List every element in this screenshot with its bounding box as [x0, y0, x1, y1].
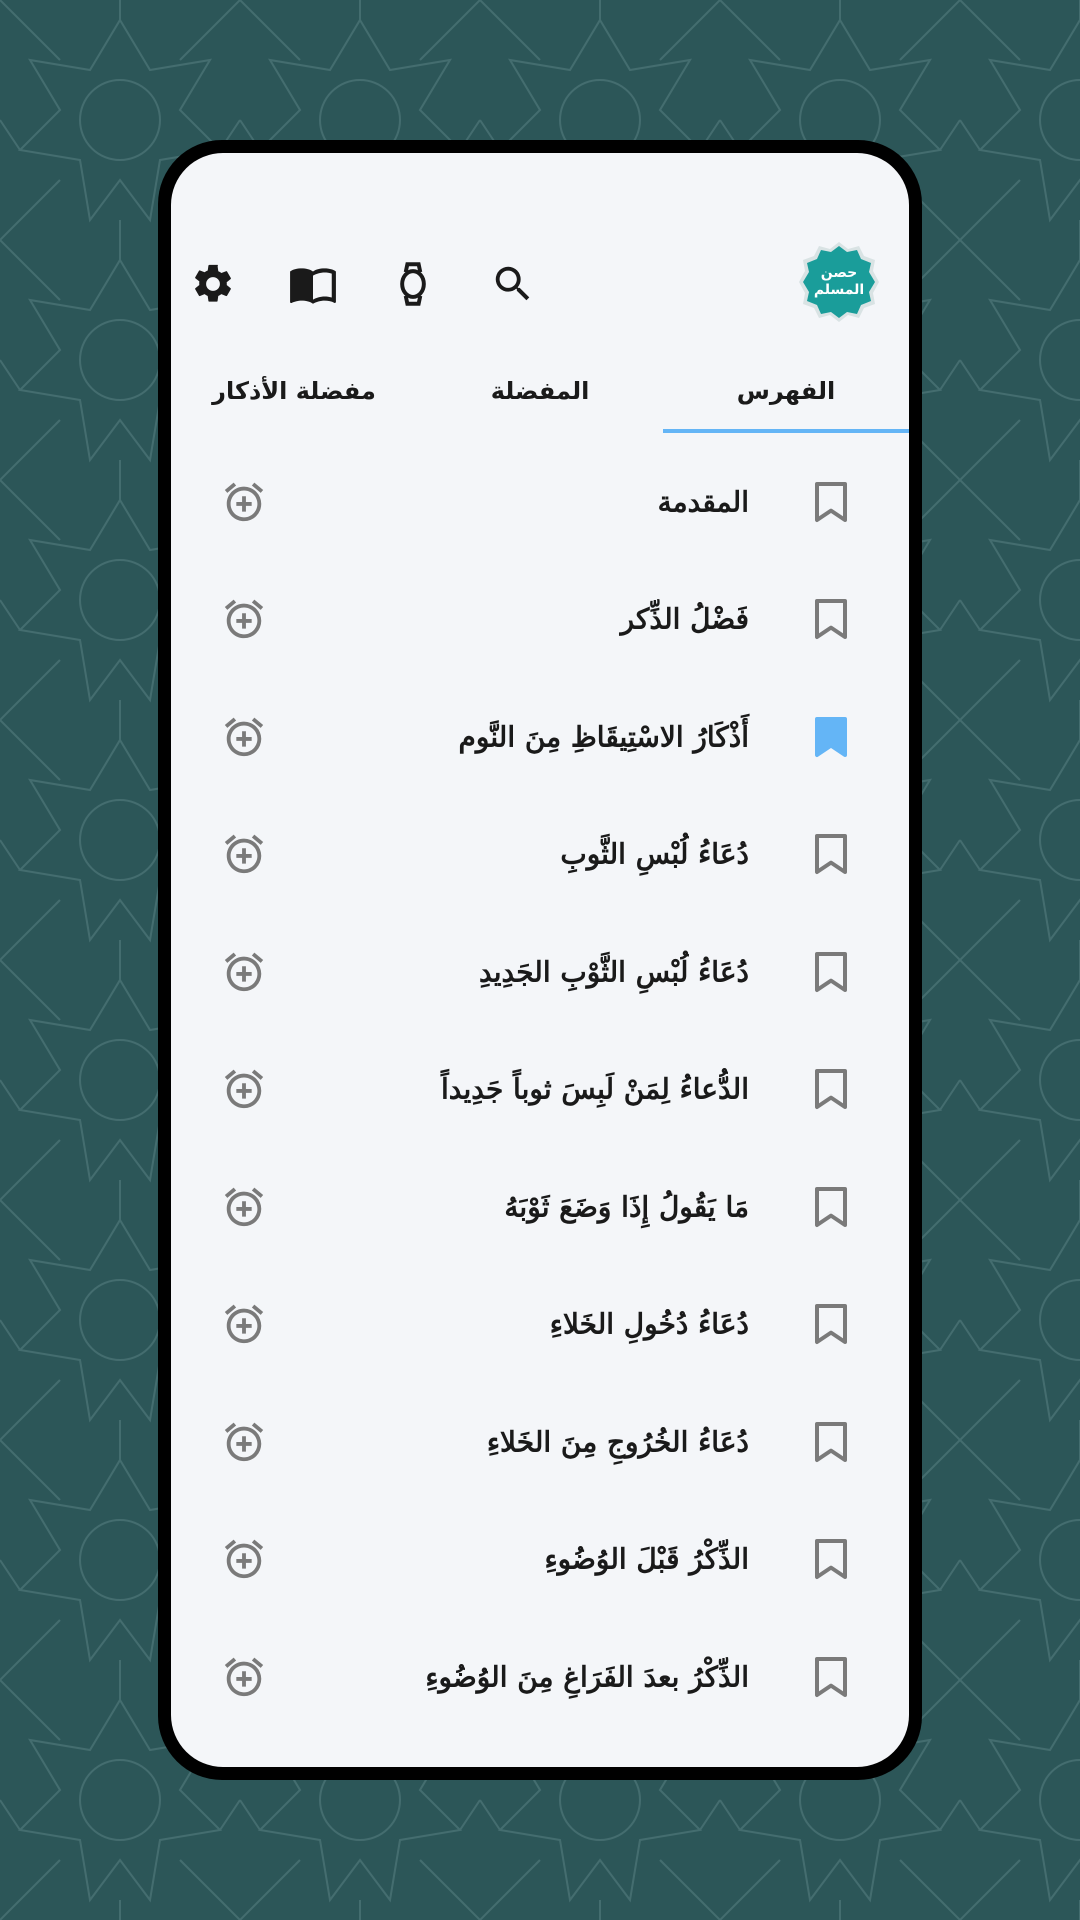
bookmark-icon[interactable] — [809, 1420, 853, 1464]
logo-line-1: حصن — [820, 265, 858, 281]
tab-favorites[interactable]: المفضلة — [417, 343, 663, 439]
bookmark-icon[interactable] — [809, 1655, 853, 1699]
list-item[interactable]: الذِّكْرُ قَبْلَ الوُضُوءِ — [171, 1501, 909, 1619]
list-item[interactable]: فَضْلُ الذِّكر — [171, 561, 909, 679]
top-toolbar: حصن المسلم — [171, 228, 909, 338]
app-screen: حصن المسلم الفهرس المفضلة مفضلة الأذكار … — [171, 153, 909, 1767]
list-item-title: دُعَاءُ لُبْسِ الثَّوْبِ الجَدِيدِ — [479, 955, 749, 989]
tab-index[interactable]: الفهرس — [663, 343, 909, 439]
bookmark-icon[interactable] — [809, 1302, 853, 1346]
search-icon[interactable] — [485, 256, 541, 312]
add-alarm-icon[interactable] — [219, 477, 269, 527]
bookmark-icon[interactable] — [809, 480, 853, 524]
add-alarm-icon[interactable] — [219, 1534, 269, 1584]
list-item-title: دُعَاءُ لُبْسِ الثَّوبِ — [560, 837, 749, 871]
list-item[interactable]: مَا يَقُولُ إِذَا وَضَعَ ثَوْبَهُ — [171, 1148, 909, 1266]
list-item[interactable]: المقدمة — [171, 443, 909, 561]
gear-icon[interactable] — [185, 256, 241, 312]
app-logo: حصن المسلم — [797, 240, 881, 324]
add-alarm-icon[interactable] — [219, 1299, 269, 1349]
add-alarm-icon[interactable] — [219, 594, 269, 644]
bookmark-icon[interactable] — [809, 597, 853, 641]
list-item-title: الدُّعاءُ لِمَنْ لَبِسَ ثوباً جَدِيداً — [441, 1072, 749, 1106]
add-alarm-icon[interactable] — [219, 1182, 269, 1232]
chapter-list: المقدمة فَضْلُ الذِّكر أَذْكَارُ الاسْتِ… — [171, 443, 909, 1736]
list-item-title: مَا يَقُولُ إِذَا وَضَعَ ثَوْبَهُ — [504, 1190, 749, 1224]
list-item[interactable]: الذِّكْرُ بعدَ الفَرَاغِ مِنَ الوُضُوءِ — [171, 1618, 909, 1736]
add-alarm-icon[interactable] — [219, 829, 269, 879]
book-icon[interactable] — [285, 256, 341, 312]
bookmark-icon[interactable] — [809, 1067, 853, 1111]
tab-bar: الفهرس المفضلة مفضلة الأذكار — [171, 343, 909, 439]
add-alarm-icon[interactable] — [219, 1417, 269, 1467]
list-item-title: دُعَاءُ الخُرُوجِ مِنَ الخَلاءِ — [486, 1425, 749, 1459]
list-item-title: الذِّكْرُ قَبْلَ الوُضُوءِ — [544, 1542, 749, 1576]
bookmark-icon[interactable] — [809, 950, 853, 994]
logo-line-2: المسلم — [813, 282, 865, 298]
add-alarm-icon[interactable] — [219, 1652, 269, 1702]
watch-icon[interactable] — [385, 256, 441, 312]
bookmark-filled-icon[interactable] — [809, 715, 853, 759]
add-alarm-icon[interactable] — [219, 947, 269, 997]
list-item-title: أَذْكَارُ الاسْتِيقَاظِ مِنَ النَّوم — [458, 720, 749, 754]
list-item[interactable]: دُعَاءُ لُبْسِ الثَّوْبِ الجَدِيدِ — [171, 913, 909, 1031]
list-item[interactable]: دُعَاءُ الخُرُوجِ مِنَ الخَلاءِ — [171, 1383, 909, 1501]
list-item[interactable]: دُعَاءُ دُخُولِ الخَلاءِ — [171, 1266, 909, 1384]
list-item[interactable]: دُعَاءُ لُبْسِ الثَّوبِ — [171, 796, 909, 914]
list-item-title: دُعَاءُ دُخُولِ الخَلاءِ — [549, 1307, 749, 1341]
tab-favorite-adhkar[interactable]: مفضلة الأذكار — [171, 343, 417, 439]
phone-frame: حصن المسلم الفهرس المفضلة مفضلة الأذكار … — [158, 140, 922, 1780]
list-item[interactable]: أَذْكَارُ الاسْتِيقَاظِ مِنَ النَّوم — [171, 678, 909, 796]
list-item-title: فَضْلُ الذِّكر — [620, 602, 749, 636]
list-item-title: المقدمة — [657, 485, 749, 519]
bookmark-icon[interactable] — [809, 1537, 853, 1581]
bookmark-icon[interactable] — [809, 832, 853, 876]
add-alarm-icon[interactable] — [219, 1064, 269, 1114]
bookmark-icon[interactable] — [809, 1185, 853, 1229]
list-item[interactable]: الدُّعاءُ لِمَنْ لَبِسَ ثوباً جَدِيداً — [171, 1031, 909, 1149]
add-alarm-icon[interactable] — [219, 712, 269, 762]
list-item-title: الذِّكْرُ بعدَ الفَرَاغِ مِنَ الوُضُوءِ — [425, 1660, 749, 1694]
